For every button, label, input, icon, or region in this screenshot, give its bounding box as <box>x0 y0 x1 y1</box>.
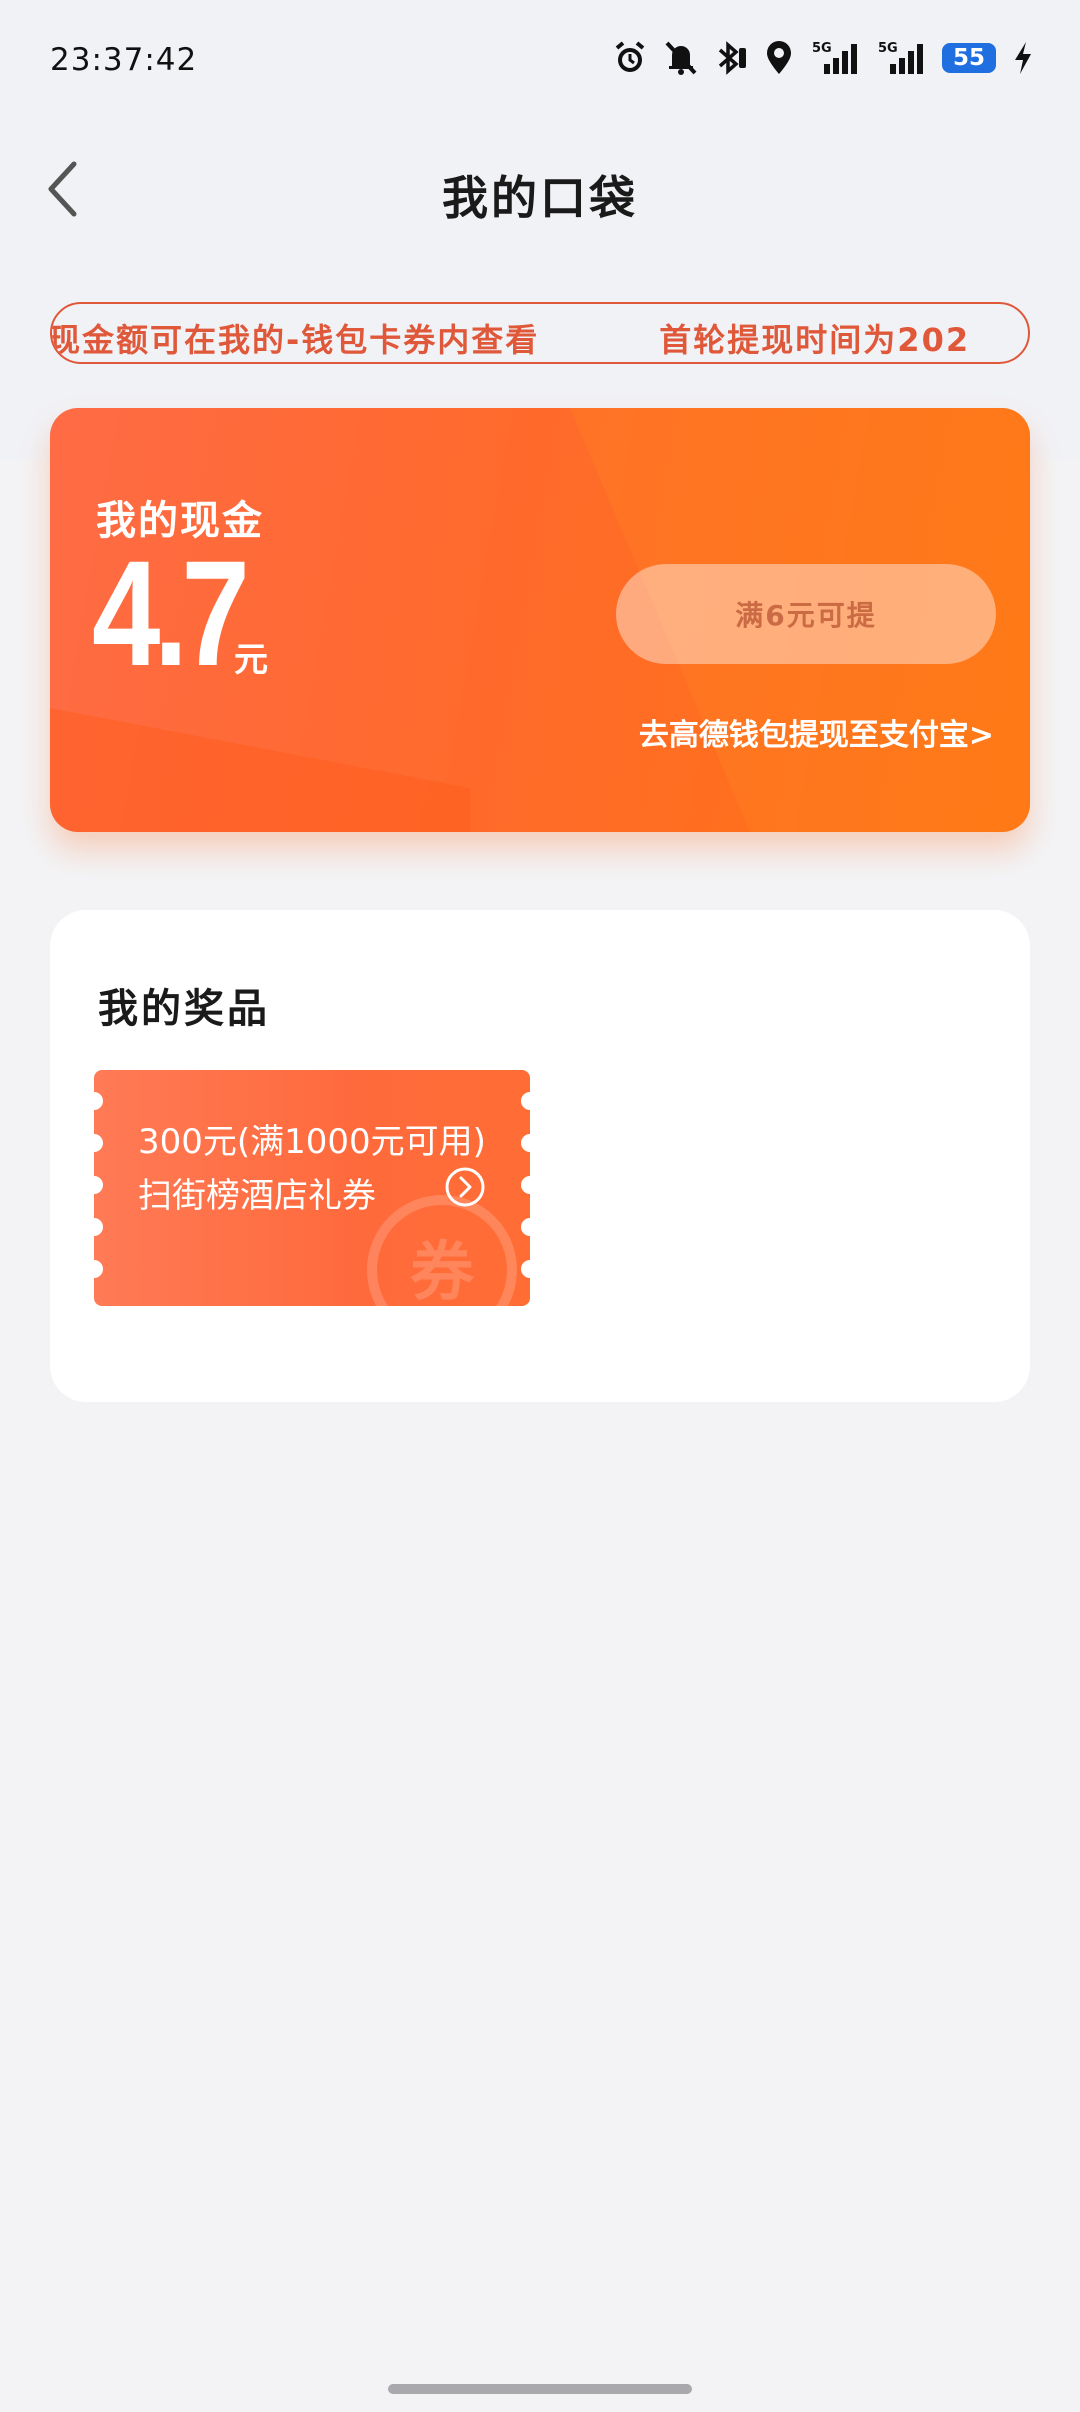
coupon-notch <box>521 1176 530 1194</box>
mute-icon <box>664 40 698 76</box>
coupon-notch <box>94 1134 103 1152</box>
cash-unit: 元 <box>234 640 268 680</box>
ticker-track: 现金额可在我的-钱包卡券内查看 首轮提现时间为202 <box>50 315 971 361</box>
battery-icon: 55 <box>942 43 996 73</box>
cash-amount: 4.7 <box>92 529 250 697</box>
coupon-notch <box>521 1134 530 1152</box>
svg-text:券: 券 <box>410 1236 475 1306</box>
coupon-amount: 300元(满1000元可用) <box>138 1122 486 1162</box>
chevron-right-circle-icon <box>445 1167 485 1207</box>
location-icon <box>764 40 794 76</box>
status-time: 23:37:42 <box>50 42 198 78</box>
withdraw-button[interactable]: 满6元可提 <box>616 564 996 664</box>
charging-icon <box>1012 40 1034 76</box>
alarm-icon <box>612 40 648 76</box>
signal-5g-icon: 5G <box>810 40 860 76</box>
prizes-title: 我的奖品 <box>98 986 270 1032</box>
home-indicator[interactable] <box>388 2384 692 2394</box>
coupon-notch <box>94 1218 103 1236</box>
bluetooth-icon <box>714 40 748 76</box>
coupon-notch <box>94 1260 103 1278</box>
signal-5g-icon: 5G <box>876 40 926 76</box>
withdraw-to-alipay-link[interactable]: 去高德钱包提现至支付宝> <box>639 710 994 754</box>
ticker-message: 现金额可在我的-钱包卡券内查看 <box>50 321 540 359</box>
ticker-message: 首轮提现时间为202 <box>659 321 971 359</box>
status-icons: 5G 5G 55 <box>612 40 1034 76</box>
coupon-notch <box>521 1092 530 1110</box>
coupon-notch <box>94 1092 103 1110</box>
coupon-notch <box>521 1260 530 1278</box>
svg-text:5G: 5G <box>812 41 832 56</box>
coupon-notch <box>94 1176 103 1194</box>
coupon-watermark-icon: 券 <box>367 1195 517 1306</box>
coupon-name: 扫街榜酒店礼券 <box>138 1176 376 1216</box>
coupon-notch <box>521 1218 530 1236</box>
cash-card: 我的现金 4.7 元 满6元可提 去高德钱包提现至支付宝> <box>50 408 1030 832</box>
notice-ticker: 现金额可在我的-钱包卡券内查看 首轮提现时间为202 <box>50 302 1030 364</box>
coupon-card[interactable]: 券 300元(满1000元可用) 扫街榜酒店礼券 <box>94 1070 530 1306</box>
status-bar: 23:37:42 5G 5G 55 <box>0 0 1080 124</box>
svg-text:5G: 5G <box>878 41 898 56</box>
prizes-card: 我的奖品 券 300元(满1000元可用) 扫街榜酒店礼券 <box>50 910 1030 1402</box>
page-title: 我的口袋 <box>442 171 638 225</box>
nav-bar: 我的口袋 <box>0 140 1080 240</box>
